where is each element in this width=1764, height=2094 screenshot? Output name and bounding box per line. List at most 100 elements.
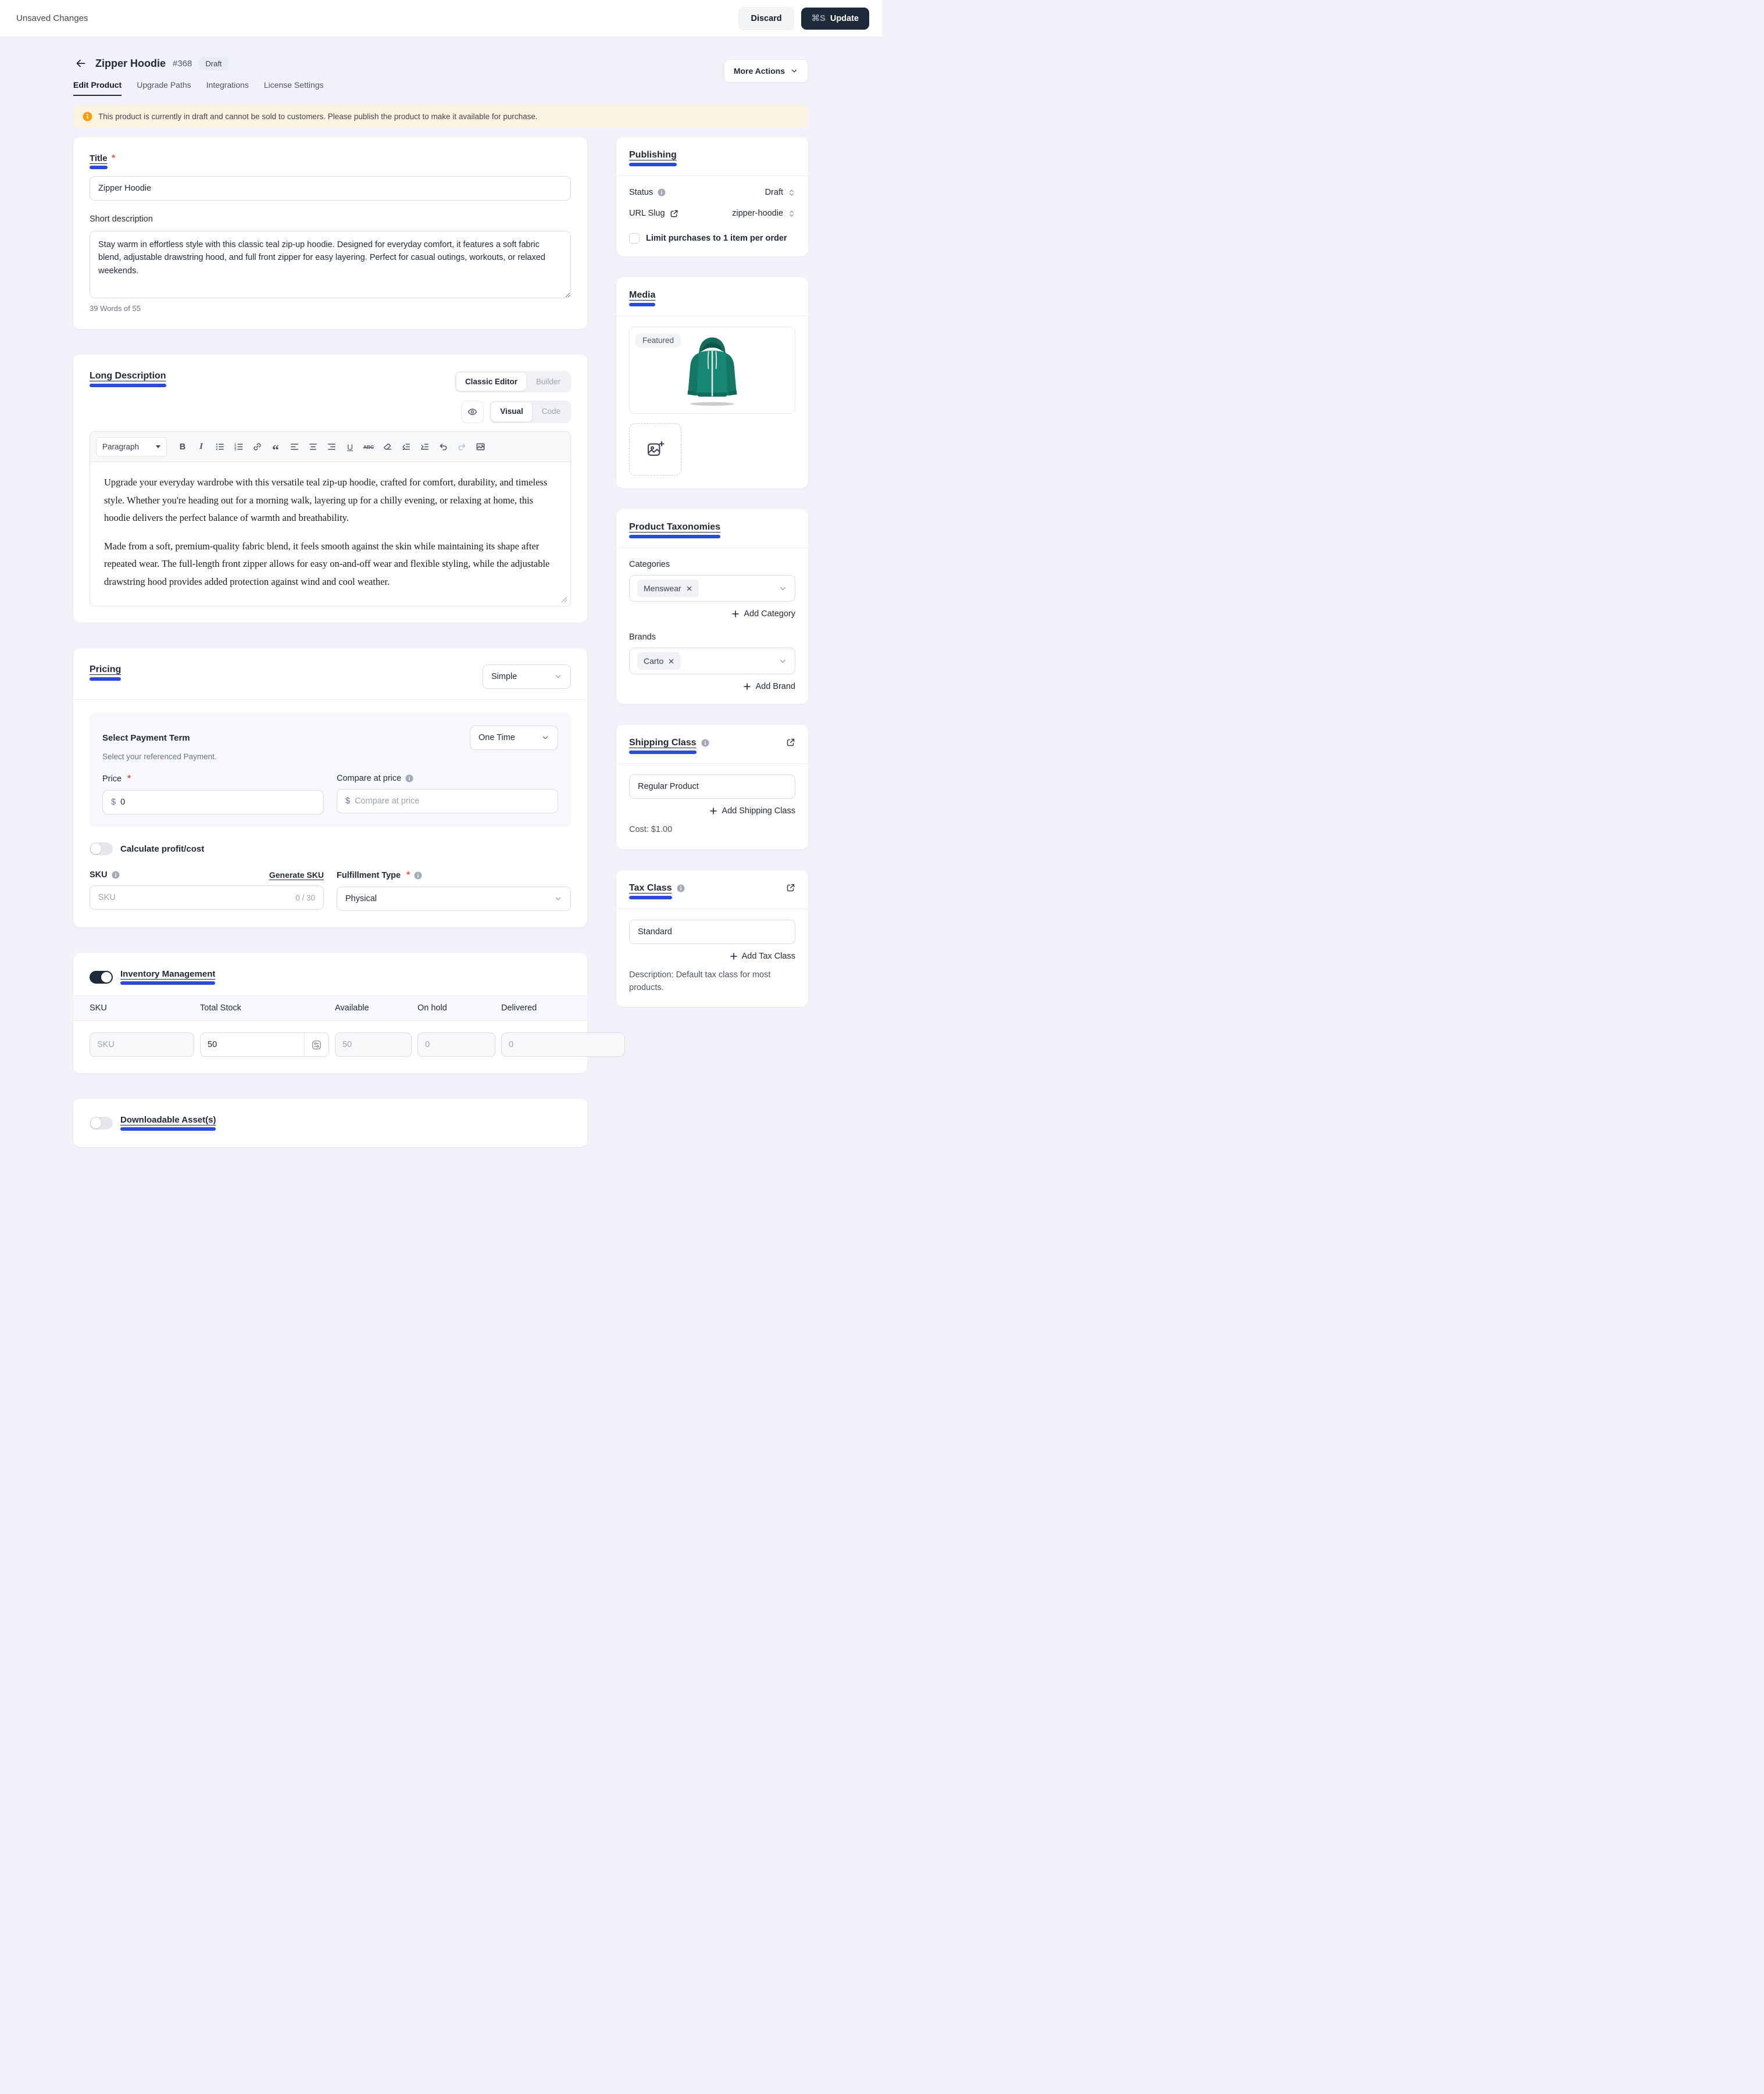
column-header-on-hold: On hold [417, 1003, 495, 1013]
inventory-management-toggle[interactable] [90, 971, 113, 984]
external-link-icon[interactable] [786, 738, 795, 747]
inventory-sku-input[interactable] [97, 1040, 187, 1049]
tab-license-settings[interactable]: License Settings [264, 80, 324, 96]
chevron-down-icon [779, 584, 787, 593]
blockquote-button[interactable]: “ [267, 438, 284, 456]
price-label: Price [102, 774, 122, 784]
add-tax-class-button[interactable]: Add Tax Class [629, 952, 795, 961]
code-tab[interactable]: Code [533, 402, 569, 421]
main-column: Title * Short description Stay warm in e… [73, 137, 587, 1147]
categories-select[interactable]: Menswear [629, 575, 795, 602]
align-right-button[interactable] [323, 438, 340, 456]
taxonomies-card: Product Taxonomies Categories Menswear A… [616, 509, 808, 704]
on-hold-input[interactable] [425, 1040, 488, 1049]
back-arrow-icon[interactable] [73, 56, 88, 71]
undo-button[interactable] [434, 438, 452, 456]
compare-price-input[interactable] [355, 796, 549, 806]
adjust-stock-button[interactable] [304, 1033, 328, 1056]
update-button[interactable]: ⌘SUpdate [801, 8, 869, 30]
long-description-paragraph: Upgrade your everyday wardrobe with this… [104, 474, 556, 527]
pricing-type-select[interactable]: Simple [483, 664, 571, 689]
downloadable-assets-toggle[interactable] [90, 1117, 113, 1130]
strikethrough-button[interactable]: ABC [360, 438, 377, 456]
underline-button[interactable]: U [341, 438, 359, 456]
sort-chevrons-icon [788, 210, 795, 217]
status-value: Draft [765, 188, 783, 197]
calculate-profit-toggle[interactable] [90, 842, 113, 855]
discard-button[interactable]: Discard [738, 7, 794, 30]
bold-button[interactable]: B [174, 438, 191, 456]
external-link-icon[interactable] [670, 209, 679, 218]
tab-upgrade-paths[interactable]: Upgrade Paths [137, 80, 191, 96]
triangle-down-icon [156, 445, 160, 448]
generate-sku-link[interactable]: Generate SKU [269, 870, 324, 880]
external-link-icon[interactable] [786, 883, 795, 892]
price-input[interactable] [120, 798, 315, 807]
sort-chevrons-icon [788, 189, 795, 196]
numbered-list-button[interactable]: 123 [230, 438, 247, 456]
classic-editor-option[interactable]: Classic Editor [456, 373, 526, 391]
compare-price-label: Compare at price [337, 774, 401, 783]
short-description-textarea[interactable]: Stay warm in effortless style with this … [90, 231, 571, 298]
inventory-heading: Inventory Management [120, 969, 215, 985]
remove-chip-icon[interactable] [668, 658, 674, 664]
add-shipping-class-button[interactable]: Add Shipping Class [629, 806, 795, 816]
tab-integrations[interactable]: Integrations [206, 80, 249, 96]
title-input[interactable] [90, 176, 571, 201]
visual-tab[interactable]: Visual [491, 402, 532, 421]
tax-class-value[interactable]: Standard [629, 920, 795, 944]
url-slug-select[interactable]: zipper-hoodie [732, 209, 795, 218]
delivered-input[interactable] [509, 1040, 617, 1049]
downloadable-card: Downloadable Asset(s) [73, 1099, 587, 1147]
add-brand-button[interactable]: Add Brand [629, 682, 795, 691]
link-button[interactable] [248, 438, 266, 456]
brands-select[interactable]: Carto [629, 648, 795, 674]
publishing-heading: Publishing [629, 150, 677, 166]
inventory-table-row [90, 1032, 571, 1057]
featured-image[interactable]: Featured [629, 327, 795, 414]
column-header-delivered: Delivered [501, 1003, 571, 1013]
eraser-button[interactable] [378, 438, 396, 456]
pricing-type-value: Simple [491, 672, 517, 681]
fulfillment-type-select[interactable]: Physical [337, 887, 571, 911]
pricing-heading: Pricing [90, 664, 121, 681]
sku-label: SKU [90, 870, 108, 880]
paragraph-style-select[interactable]: Paragraph [96, 437, 167, 456]
outdent-button[interactable] [397, 438, 415, 456]
editor-content-area[interactable]: Upgrade your everyday wardrobe with this… [90, 462, 570, 606]
more-actions-button[interactable]: More Actions [724, 59, 808, 83]
align-center-button[interactable] [304, 438, 322, 456]
title-label: Title [90, 153, 108, 169]
italic-button[interactable]: I [192, 438, 210, 456]
currency-symbol: $ [111, 798, 116, 807]
svg-text:3: 3 [234, 448, 236, 452]
add-media-button[interactable] [629, 423, 681, 476]
insert-image-button[interactable] [472, 438, 489, 456]
redo-button[interactable] [453, 438, 470, 456]
preview-button[interactable] [461, 401, 484, 423]
total-stock-input[interactable] [201, 1033, 304, 1056]
inventory-table-header: SKU Total Stock Available On hold Delive… [73, 995, 587, 1021]
long-description-paragraph: Made from a soft, premium-quality fabric… [104, 538, 556, 591]
payment-term-select[interactable]: One Time [470, 726, 558, 750]
info-icon [405, 774, 413, 782]
tab-edit-product[interactable]: Edit Product [73, 80, 122, 96]
status-select[interactable]: Draft [765, 188, 795, 197]
indent-button[interactable] [416, 438, 433, 456]
add-shipping-class-label: Add Shipping Class [722, 806, 795, 816]
shipping-class-value[interactable]: Regular Product [629, 774, 795, 799]
available-input[interactable] [342, 1040, 404, 1049]
limit-purchases-checkbox[interactable] [629, 233, 640, 244]
tax-class-description: Description: Default tax class for most … [629, 969, 795, 995]
sku-input[interactable] [98, 893, 291, 902]
add-image-icon [646, 440, 665, 459]
remove-chip-icon[interactable] [686, 585, 692, 592]
align-left-button[interactable] [285, 438, 303, 456]
add-category-button[interactable]: Add Category [629, 609, 795, 619]
editor-mode-switch: Classic Editor Builder [455, 371, 571, 392]
builder-option[interactable]: Builder [527, 373, 569, 391]
bullet-list-button[interactable] [211, 438, 228, 456]
status-badge: Draft [199, 57, 228, 70]
resize-handle-icon[interactable] [561, 596, 567, 603]
rich-text-editor: Paragraph B I 123 [90, 431, 571, 606]
